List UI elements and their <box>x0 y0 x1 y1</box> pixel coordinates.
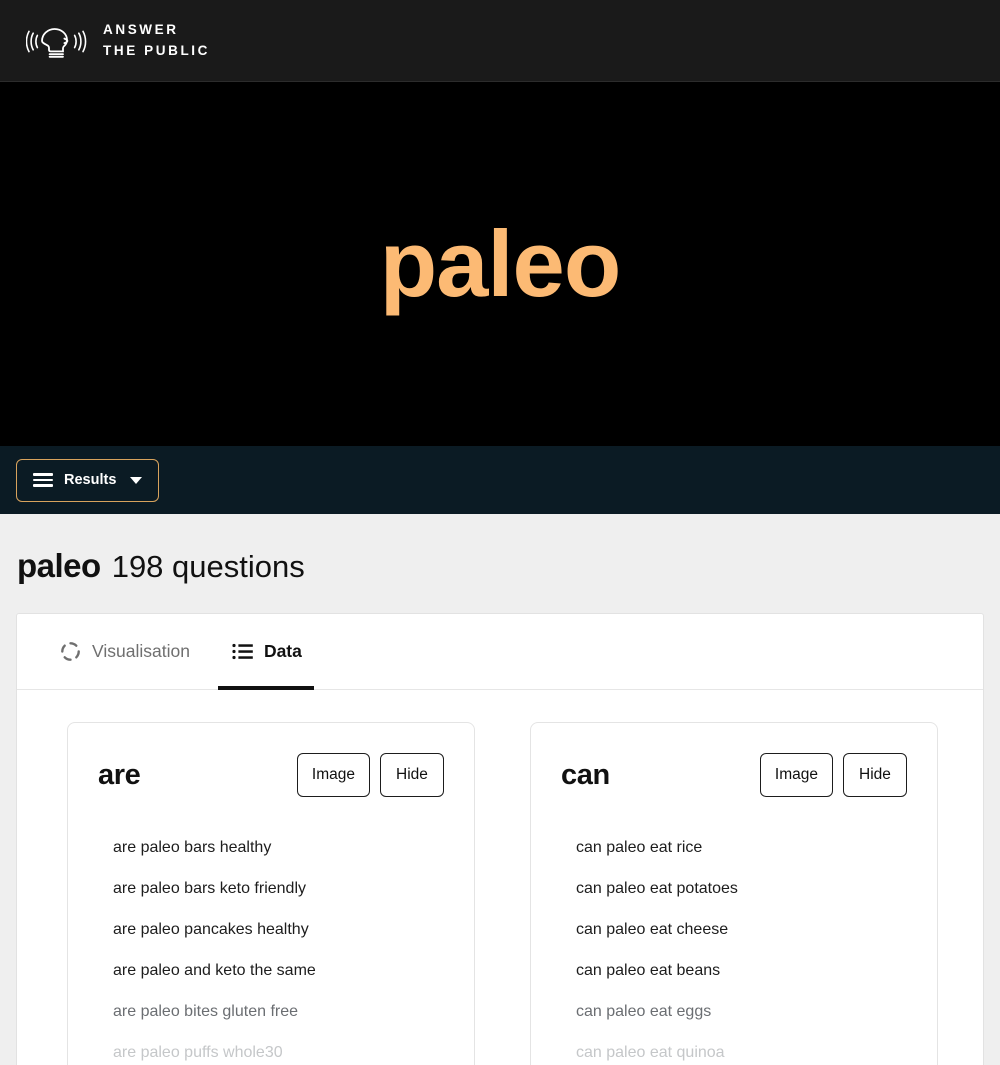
list-item[interactable]: can paleo eat beans <box>561 958 907 999</box>
card-title: are <box>98 758 141 791</box>
tab-visualisation-label: Visualisation <box>92 641 190 661</box>
question-card-grid: are Image Hide are paleo bars healthy ar… <box>17 690 983 1065</box>
hero-search-term: paleo <box>379 211 622 316</box>
summary-term: paleo <box>17 547 101 584</box>
hamburger-icon <box>33 473 53 487</box>
summary-question-count: 198 questions <box>111 549 305 584</box>
hero-section: paleo <box>0 82 1000 446</box>
speaking-head-icon <box>25 20 88 62</box>
question-card-can: can Image Hide can paleo eat rice can pa… <box>530 722 938 1065</box>
results-dropdown-button[interactable]: Results <box>16 458 160 502</box>
site-header: ANSWER THE PUBLIC <box>0 0 1000 82</box>
tab-data[interactable]: Data <box>217 614 330 690</box>
tab-data-label: Data <box>263 641 302 661</box>
list-item[interactable]: can paleo eat potatoes <box>561 876 907 917</box>
list-item[interactable]: are paleo puffs whole30 <box>98 1040 444 1065</box>
results-panel: Visualisation Data are Image Hide are pa… <box>16 613 984 1065</box>
list-item[interactable]: are paleo bites gluten free <box>98 999 444 1040</box>
card-header: can Image Hide <box>561 753 907 797</box>
list-item[interactable]: are paleo bars keto friendly <box>98 876 444 917</box>
page-body: paleo 198 questions Visualisation Data a… <box>0 514 1000 1065</box>
list-item[interactable]: are paleo and keto the same <box>98 958 444 999</box>
card-actions: Image Hide <box>759 753 907 797</box>
image-button[interactable]: Image <box>296 753 370 797</box>
chevron-down-icon <box>130 476 143 484</box>
list-icon <box>232 641 253 662</box>
donut-chart-icon <box>60 641 81 662</box>
results-tabs: Visualisation Data <box>17 614 983 690</box>
results-summary: paleo 198 questions <box>16 514 984 613</box>
question-list: can paleo eat rice can paleo eat potatoe… <box>561 835 907 1065</box>
tab-visualisation[interactable]: Visualisation <box>46 614 218 689</box>
image-button[interactable]: Image <box>759 753 833 797</box>
brand-logo[interactable]: ANSWER THE PUBLIC <box>25 20 210 62</box>
list-item[interactable]: can paleo eat eggs <box>561 999 907 1040</box>
list-item[interactable]: can paleo eat quinoa <box>561 1040 907 1065</box>
list-item[interactable]: are paleo pancakes healthy <box>98 917 444 958</box>
hide-button[interactable]: Hide <box>380 753 444 797</box>
results-button-label: Results <box>64 472 117 488</box>
list-item[interactable]: can paleo eat cheese <box>561 917 907 958</box>
card-header: are Image Hide <box>98 753 444 797</box>
list-item[interactable]: are paleo bars healthy <box>98 835 444 876</box>
card-title: can <box>561 758 610 791</box>
question-card-are: are Image Hide are paleo bars healthy ar… <box>67 722 475 1065</box>
brand-line-2: THE PUBLIC <box>103 42 210 58</box>
hide-button[interactable]: Hide <box>843 753 907 797</box>
brand-line-1: ANSWER <box>103 22 179 38</box>
brand-wordmark: ANSWER THE PUBLIC <box>103 20 210 61</box>
results-toolbar: Results <box>0 446 1000 514</box>
question-list: are paleo bars healthy are paleo bars ke… <box>98 835 444 1065</box>
list-item[interactable]: can paleo eat rice <box>561 835 907 876</box>
card-actions: Image Hide <box>296 753 444 797</box>
